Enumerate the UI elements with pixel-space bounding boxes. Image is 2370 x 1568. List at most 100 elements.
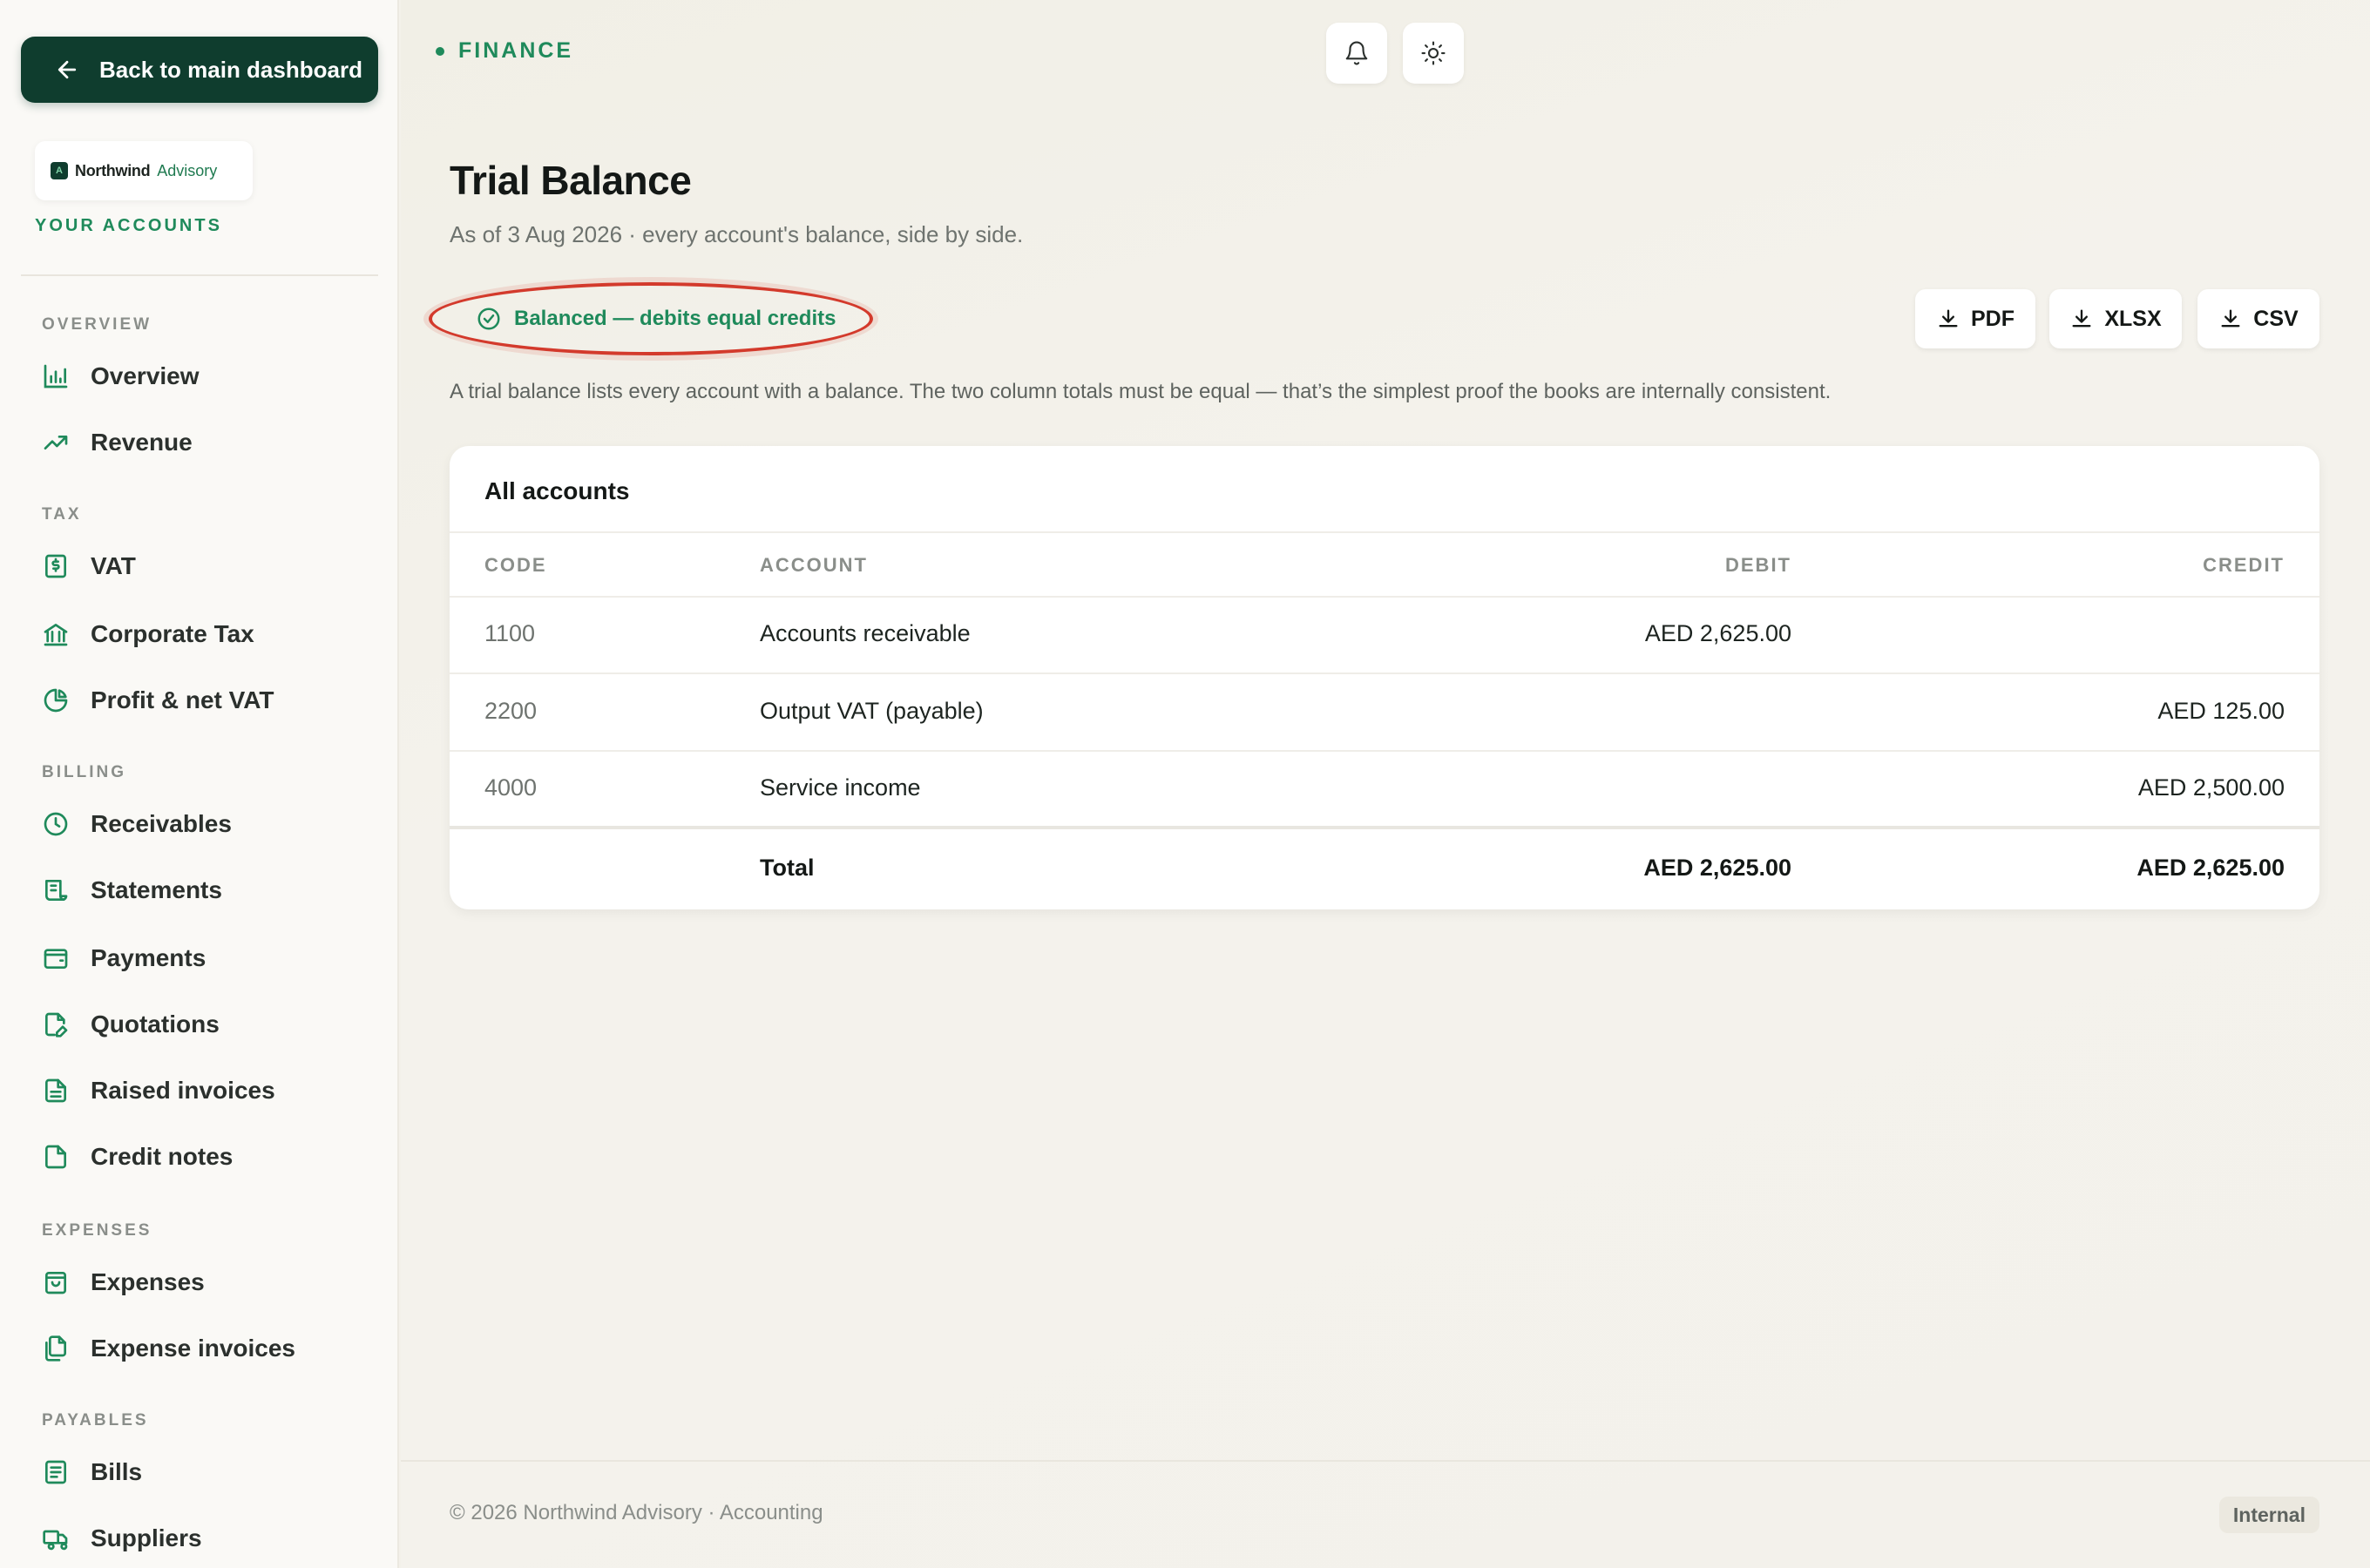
download-icon bbox=[1939, 309, 1958, 328]
balanced-status-badge: Balanced — debits equal credits bbox=[429, 282, 873, 355]
bell-icon bbox=[1345, 41, 1368, 65]
table-title: All accounts bbox=[484, 477, 630, 504]
export-xlsx-button[interactable]: XLSX bbox=[2049, 289, 2182, 348]
sidebar-item-corporate-tax[interactable]: Corporate Tax bbox=[42, 613, 254, 655]
sidebar-item-suppliers[interactable]: Suppliers bbox=[42, 1517, 202, 1559]
sidebar-item-label: Corporate Tax bbox=[91, 620, 254, 647]
download-icon bbox=[2221, 309, 2240, 328]
explanation-text: A trial balance lists every account with… bbox=[450, 380, 1832, 403]
bar-chart-icon bbox=[44, 364, 68, 389]
cell-account: Service income bbox=[760, 774, 921, 801]
brand-logo: A Northwind Advisory bbox=[35, 141, 253, 200]
sidebar-item-revenue[interactable]: Revenue bbox=[42, 422, 193, 463]
column-header-account: ACCOUNT bbox=[760, 554, 868, 576]
file-text-icon bbox=[45, 1078, 66, 1103]
app: Back to main dashboard A Northwind Advis… bbox=[0, 0, 2370, 1568]
main-content: FINANCE Trial Balance As of 3 Aug 2026 ·… bbox=[401, 0, 2370, 1568]
divider bbox=[450, 531, 2319, 533]
total-label: Total bbox=[760, 855, 815, 881]
footer-divider bbox=[401, 1460, 2370, 1462]
sidebar-item-vat[interactable]: VAT bbox=[42, 545, 136, 587]
section-expenses: EXPENSES bbox=[42, 1221, 152, 1240]
sidebar-item-statements[interactable]: Statements bbox=[42, 869, 222, 911]
download-icon bbox=[2072, 309, 2091, 328]
clock-icon bbox=[44, 812, 68, 836]
file-edit-icon bbox=[45, 1012, 68, 1037]
sidebar-item-expenses[interactable]: Expenses bbox=[42, 1261, 205, 1303]
section-tax: TAX bbox=[42, 505, 82, 524]
sidebar-divider bbox=[21, 274, 378, 276]
sidebar-item-raised-invoices[interactable]: Raised invoices bbox=[42, 1070, 275, 1112]
wallet-icon bbox=[44, 949, 68, 969]
balanced-status-label: Balanced — debits equal credits bbox=[514, 307, 836, 330]
sidebar-item-label: Expenses bbox=[91, 1268, 205, 1295]
scroll-icon bbox=[45, 880, 68, 901]
page-subtitle: As of 3 Aug 2026 · every account's balan… bbox=[450, 221, 1024, 247]
sidebar-item-overview[interactable]: Overview bbox=[42, 355, 200, 397]
export-xlsx-label: XLSX bbox=[2104, 306, 2162, 331]
back-to-dashboard-button[interactable]: Back to main dashboard bbox=[21, 37, 378, 103]
sidebar-item-label: Payments bbox=[91, 944, 207, 971]
check-circle-icon bbox=[477, 308, 500, 330]
trial-balance-table: All accounts CODE ACCOUNT DEBIT CREDIT 1… bbox=[450, 446, 2319, 909]
brand-mark-icon: A bbox=[51, 162, 68, 179]
sidebar-item-quotations[interactable]: Quotations bbox=[42, 1004, 220, 1045]
sun-icon bbox=[1421, 41, 1446, 65]
sidebar-item-label: Profit & net VAT bbox=[91, 686, 274, 713]
sidebar-item-label: Receivables bbox=[91, 810, 232, 837]
sidebar-item-label: Statements bbox=[91, 876, 222, 903]
export-pdf-button[interactable]: PDF bbox=[1915, 289, 2035, 348]
total-credit: AED 2,625.00 bbox=[2136, 855, 2285, 881]
footer-copyright: © 2026 Northwind Advisory · Accounting bbox=[450, 1501, 823, 1524]
theme-toggle-button[interactable] bbox=[1403, 23, 1464, 84]
cell-account: Output VAT (payable) bbox=[760, 698, 984, 724]
cell-account: Accounts receivable bbox=[760, 620, 971, 646]
arrow-left-icon bbox=[58, 60, 77, 79]
brand-sub: Advisory bbox=[157, 161, 218, 179]
shopping-bag-icon bbox=[45, 1272, 66, 1294]
sidebar-item-label: Credit notes bbox=[91, 1143, 234, 1170]
breadcrumb-dot-icon bbox=[436, 46, 444, 56]
export-csv-button[interactable]: CSV bbox=[2197, 289, 2319, 348]
divider bbox=[450, 596, 2319, 598]
section-payables: PAYABLES bbox=[42, 1411, 149, 1429]
sidebar-item-label: Overview bbox=[91, 362, 200, 389]
column-header-debit: DEBIT bbox=[1725, 554, 1791, 576]
cell-code: 4000 bbox=[484, 774, 538, 801]
brand-name: Northwind bbox=[75, 161, 151, 179]
section-overview: OVERVIEW bbox=[42, 315, 152, 334]
cell-debit: AED 2,625.00 bbox=[1644, 620, 1791, 646]
page-title: Trial Balance bbox=[450, 158, 692, 203]
pie-chart-icon bbox=[44, 688, 68, 713]
cell-code: 1100 bbox=[484, 620, 536, 646]
total-divider bbox=[450, 826, 2319, 829]
receipt-icon bbox=[45, 1460, 66, 1484]
files-icon bbox=[45, 1335, 66, 1362]
column-header-credit: CREDIT bbox=[2203, 554, 2285, 576]
sidebar-item-label: Suppliers bbox=[91, 1524, 202, 1551]
total-debit: AED 2,625.00 bbox=[1643, 855, 1791, 881]
sidebar-item-label: Revenue bbox=[91, 429, 193, 456]
sidebar-item-payments[interactable]: Payments bbox=[42, 937, 206, 979]
sidebar: Back to main dashboard A Northwind Advis… bbox=[0, 0, 399, 1568]
divider bbox=[450, 672, 2319, 674]
sidebar-item-label: VAT bbox=[91, 552, 136, 579]
sidebar-item-receivables[interactable]: Receivables bbox=[42, 803, 232, 845]
sidebar-item-credit-notes[interactable]: Credit notes bbox=[42, 1136, 233, 1178]
sidebar-item-profit-net-vat[interactable]: Profit & net VAT bbox=[42, 679, 274, 721]
sidebar-item-label: Quotations bbox=[91, 1010, 220, 1037]
sidebar-item-bills[interactable]: Bills bbox=[42, 1451, 142, 1493]
breadcrumb-label: FINANCE bbox=[458, 38, 574, 63]
sidebar-item-label: Expense invoices bbox=[91, 1335, 296, 1362]
back-button-label: Back to main dashboard bbox=[99, 56, 362, 83]
sidebar-item-label: Bills bbox=[91, 1458, 143, 1485]
bank-icon bbox=[44, 624, 68, 646]
truck-icon bbox=[43, 1530, 68, 1551]
notifications-button[interactable] bbox=[1326, 23, 1387, 84]
cell-code: 2200 bbox=[484, 698, 538, 724]
sidebar-item-expense-invoices[interactable]: Expense invoices bbox=[42, 1328, 295, 1369]
receipt-dollar-icon bbox=[45, 554, 66, 578]
section-billing: BILLING bbox=[42, 763, 126, 781]
your-accounts-label: YOUR ACCOUNTS bbox=[35, 216, 222, 235]
divider bbox=[450, 750, 2319, 752]
